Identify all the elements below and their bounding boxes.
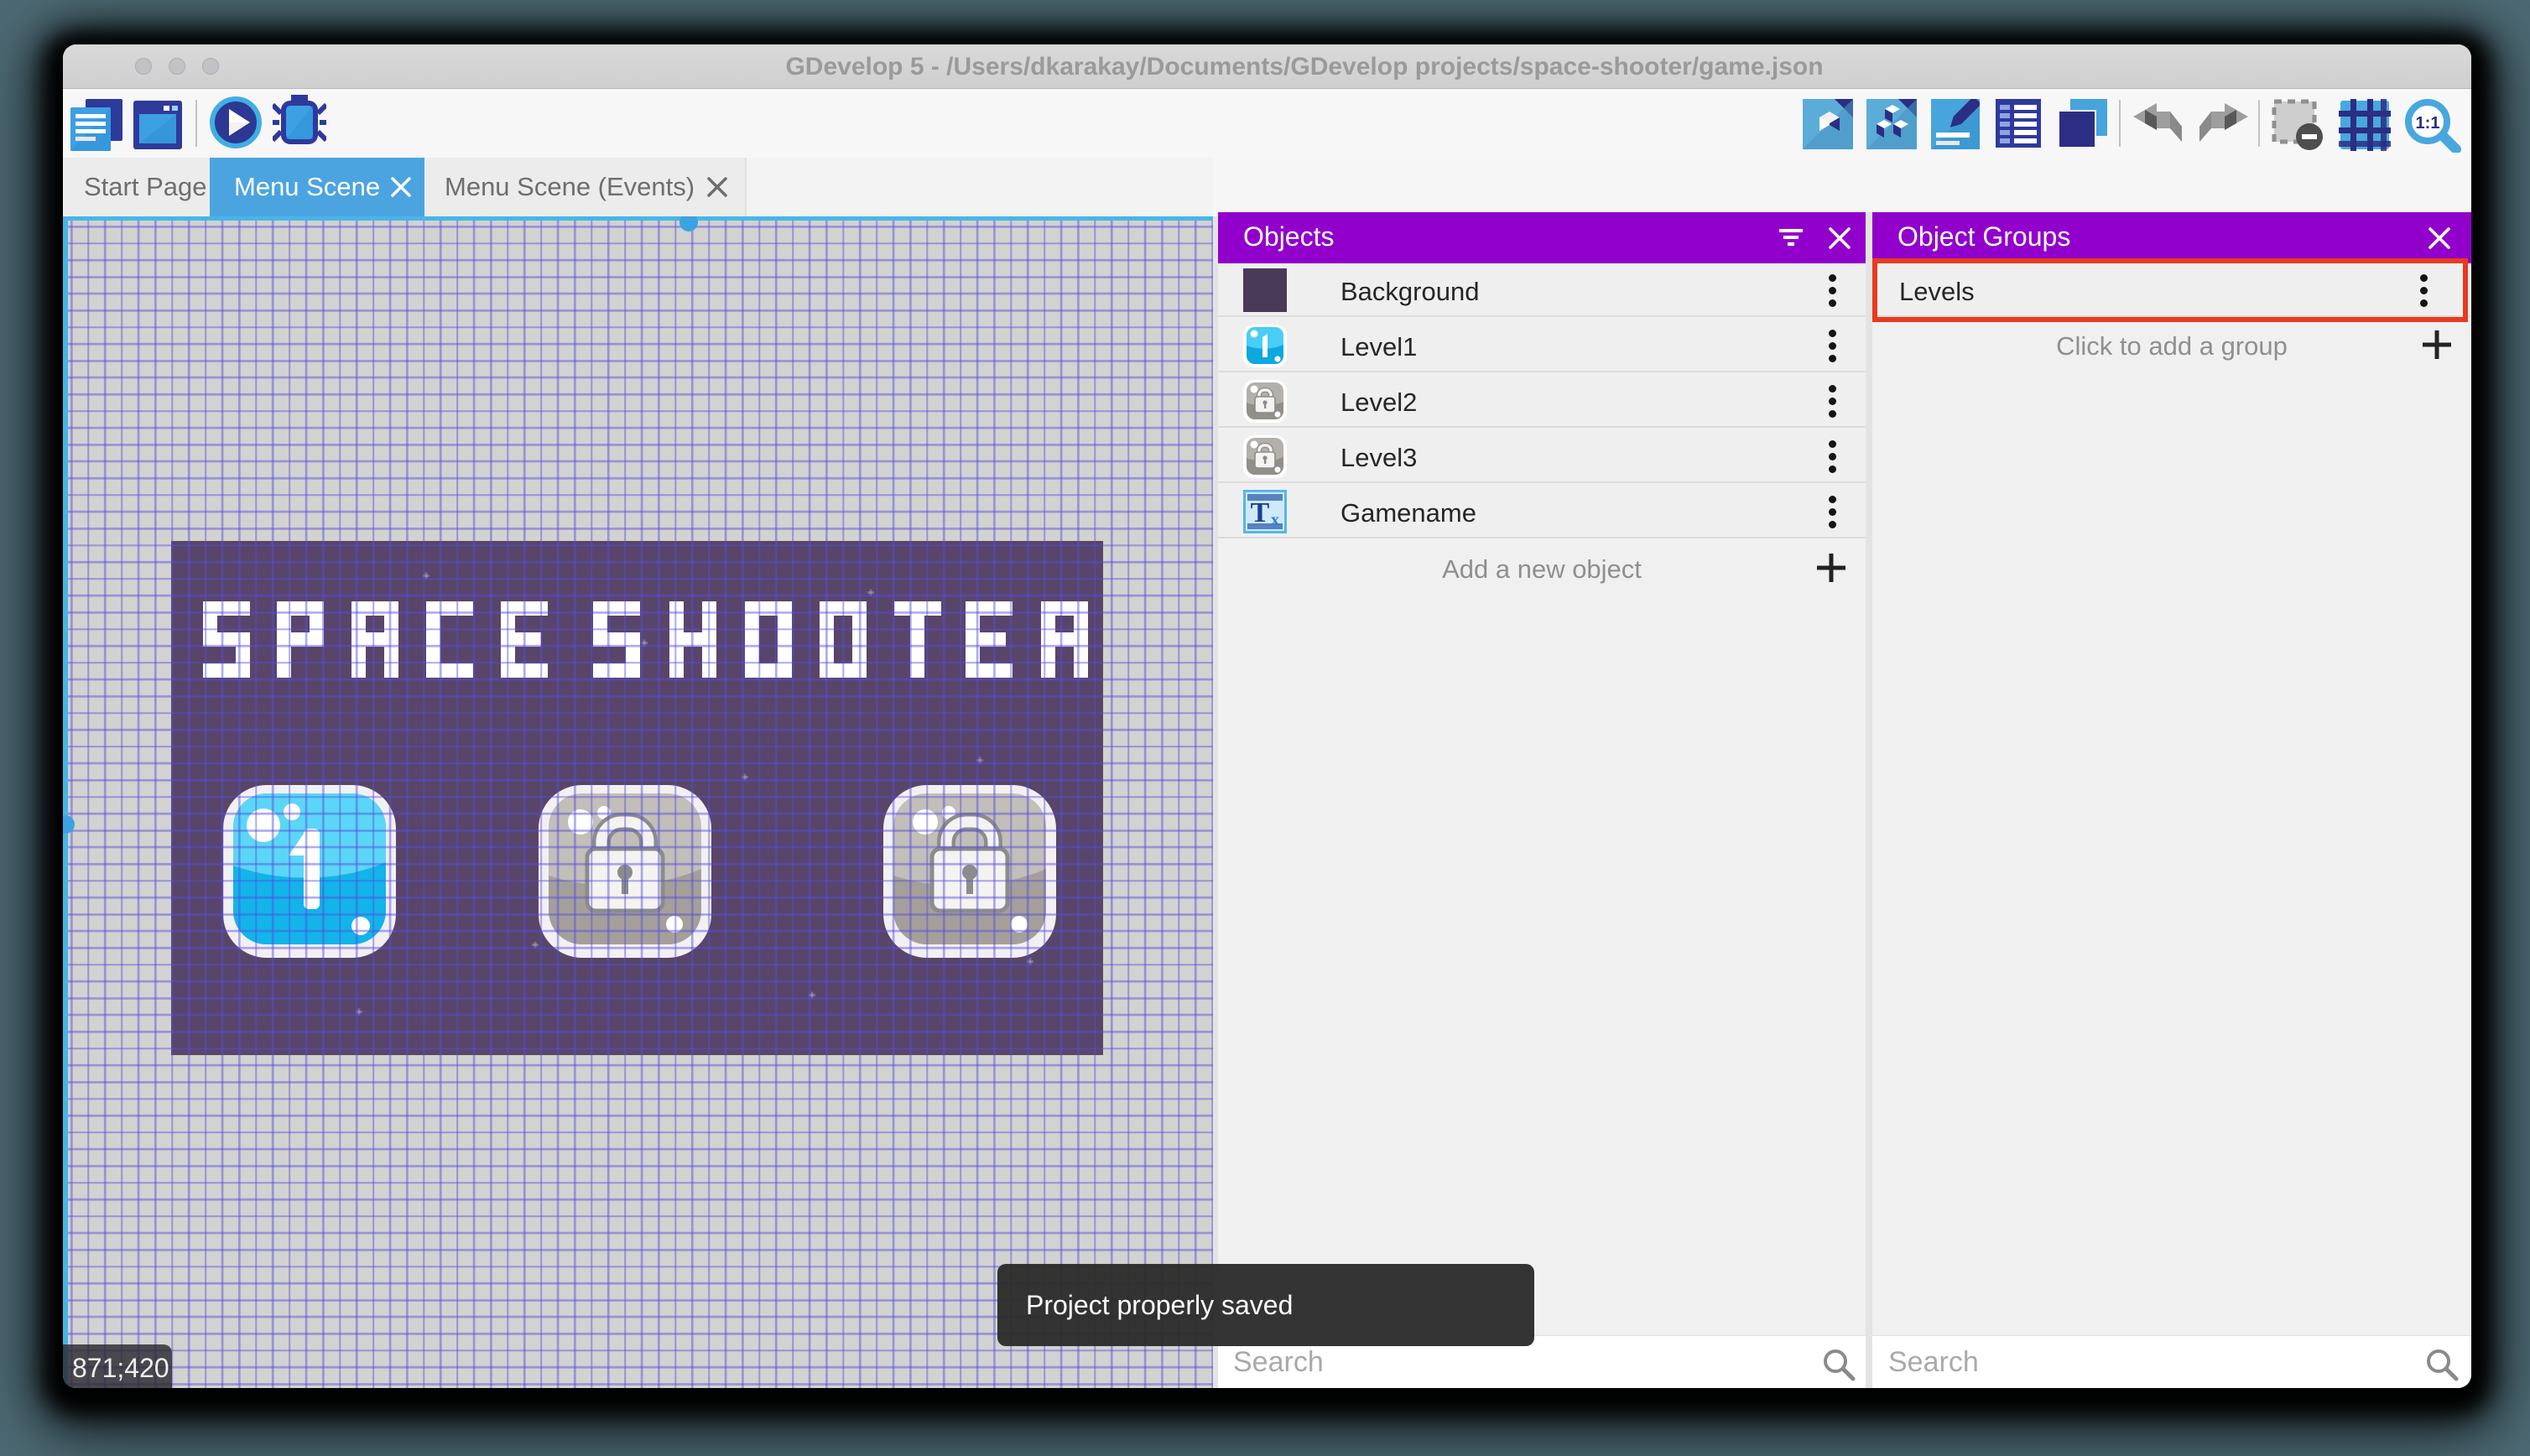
svg-text:T: T: [1251, 497, 1270, 528]
svg-text:x: x: [1271, 511, 1279, 529]
svg-text:1:1: 1:1: [2416, 114, 2440, 133]
